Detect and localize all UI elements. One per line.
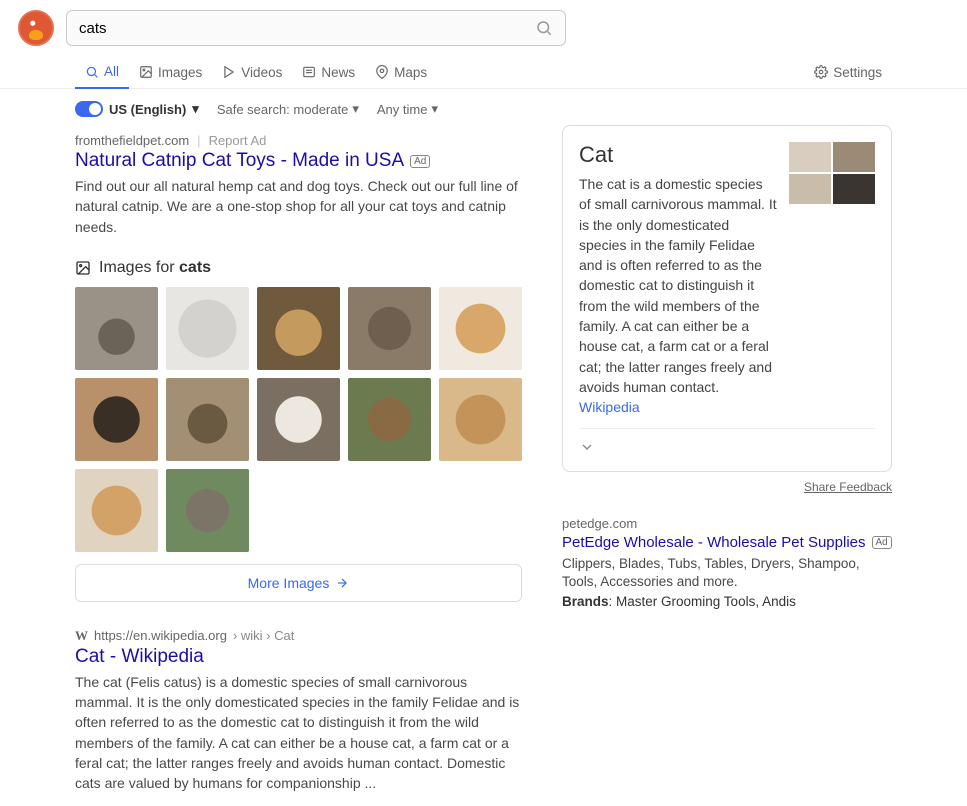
- tab-videos[interactable]: Videos: [212, 57, 292, 88]
- settings-label: Settings: [833, 65, 882, 80]
- side-ad-domain[interactable]: petedge.com: [562, 516, 892, 531]
- result-title[interactable]: Cat - Wikipedia: [75, 646, 522, 668]
- chevron-down-icon: ▾: [192, 101, 199, 117]
- search-box[interactable]: [66, 10, 566, 46]
- ad-snippet: Find out our all natural hemp cat and do…: [75, 176, 522, 237]
- result-snippet: The cat (Felis catus) is a domestic spec…: [75, 672, 522, 794]
- kp-description: The cat is a domestic species of small c…: [579, 174, 777, 418]
- kp-thumb[interactable]: [789, 174, 831, 204]
- image-thumb[interactable]: [75, 287, 158, 370]
- kp-thumb[interactable]: [833, 142, 875, 172]
- ad-result: fromthefieldpet.com | Report Ad Natural …: [75, 133, 522, 237]
- time-filter[interactable]: Any time ▾: [377, 101, 438, 117]
- gear-icon: [814, 65, 828, 79]
- search-input[interactable]: [79, 20, 535, 37]
- image-thumb[interactable]: [348, 378, 431, 461]
- share-feedback-link[interactable]: Share Feedback: [562, 480, 892, 494]
- kp-thumb[interactable]: [789, 142, 831, 172]
- side-ad: petedge.com PetEdge Wholesale - Wholesal…: [562, 516, 892, 610]
- image-icon: [75, 260, 91, 276]
- time-label: Any time: [377, 102, 428, 117]
- image-icon: [139, 65, 153, 79]
- logo[interactable]: [18, 10, 54, 46]
- brands-value: : Master Grooming Tools, Andis: [609, 594, 796, 609]
- safesearch-filter[interactable]: Safe search: moderate ▾: [217, 101, 359, 117]
- knowledge-panel: Cat The cat is a domestic species of sma…: [562, 125, 892, 472]
- toggle-icon[interactable]: [75, 101, 103, 117]
- ad-title[interactable]: Natural Catnip Cat Toys - Made in USA Ad: [75, 150, 522, 172]
- tab-label: Videos: [241, 65, 282, 80]
- images-heading: Images for cats: [75, 259, 522, 277]
- tab-label: Maps: [394, 65, 427, 80]
- kp-thumbnails: [789, 142, 875, 418]
- kp-expand-button[interactable]: [579, 428, 875, 455]
- more-images-button[interactable]: More Images: [75, 564, 522, 602]
- image-thumb[interactable]: [166, 287, 249, 370]
- tab-label: News: [321, 65, 355, 80]
- ad-badge: Ad: [410, 155, 430, 168]
- images-heading-term: cats: [179, 259, 211, 276]
- kp-title: Cat: [579, 142, 777, 168]
- search-icon: [85, 65, 99, 79]
- brands-label: Brands: [562, 594, 609, 609]
- kp-source-link[interactable]: Wikipedia: [579, 399, 640, 415]
- search-result: W https://en.wikipedia.org › wiki › Cat …: [75, 628, 522, 794]
- tab-label: Images: [158, 65, 202, 80]
- filters-row: US (English) ▾ Safe search: moderate ▾ A…: [75, 101, 522, 117]
- report-ad-link[interactable]: Report Ad: [209, 133, 267, 148]
- separator: |: [197, 133, 200, 148]
- images-grid: [75, 287, 522, 552]
- tab-maps[interactable]: Maps: [365, 57, 437, 88]
- region-filter[interactable]: US (English) ▾: [75, 101, 199, 117]
- kp-thumb[interactable]: [833, 174, 875, 204]
- image-thumb[interactable]: [439, 378, 522, 461]
- map-pin-icon: [375, 65, 389, 79]
- region-label: US (English): [109, 102, 186, 117]
- favicon: W: [75, 628, 88, 644]
- arrow-right-icon: [335, 576, 349, 590]
- more-images-label: More Images: [248, 575, 330, 591]
- chevron-down-icon: ▾: [431, 101, 438, 117]
- image-thumb[interactable]: [75, 378, 158, 461]
- ad-domain[interactable]: fromthefieldpet.com: [75, 133, 189, 148]
- side-ad-text: Clippers, Blades, Tubs, Tables, Dryers, …: [562, 555, 892, 593]
- tabs-row: All Images Videos News Maps Settings: [0, 56, 967, 89]
- image-thumb[interactable]: [166, 469, 249, 552]
- kp-desc-text: The cat is a domestic species of small c…: [579, 176, 777, 395]
- image-thumb[interactable]: [348, 287, 431, 370]
- safesearch-label: Safe search: moderate: [217, 102, 349, 117]
- images-heading-prefix: Images for: [99, 259, 179, 276]
- side-ad-brands: Brands: Master Grooming Tools, Andis: [562, 594, 892, 609]
- tab-images[interactable]: Images: [129, 57, 212, 88]
- news-icon: [302, 65, 316, 79]
- side-column: Cat The cat is a domestic species of sma…: [562, 125, 892, 794]
- image-thumb[interactable]: [75, 469, 158, 552]
- tab-news[interactable]: News: [292, 57, 365, 88]
- tab-all[interactable]: All: [75, 56, 129, 89]
- main-column: US (English) ▾ Safe search: moderate ▾ A…: [75, 101, 522, 794]
- play-icon: [222, 65, 236, 79]
- side-ad-title-text: PetEdge Wholesale - Wholesale Pet Suppli…: [562, 534, 866, 551]
- image-thumb[interactable]: [166, 378, 249, 461]
- image-thumb[interactable]: [257, 287, 340, 370]
- tab-label: All: [104, 64, 119, 79]
- image-thumb[interactable]: [439, 287, 522, 370]
- settings-link[interactable]: Settings: [804, 57, 892, 88]
- chevron-down-icon: ▾: [352, 101, 359, 117]
- ad-badge: Ad: [872, 536, 892, 549]
- side-ad-title[interactable]: PetEdge Wholesale - Wholesale Pet Suppli…: [562, 534, 892, 551]
- ad-title-text: Natural Catnip Cat Toys - Made in USA: [75, 150, 404, 172]
- header: [0, 0, 967, 56]
- search-icon[interactable]: [535, 19, 553, 37]
- image-thumb[interactable]: [257, 378, 340, 461]
